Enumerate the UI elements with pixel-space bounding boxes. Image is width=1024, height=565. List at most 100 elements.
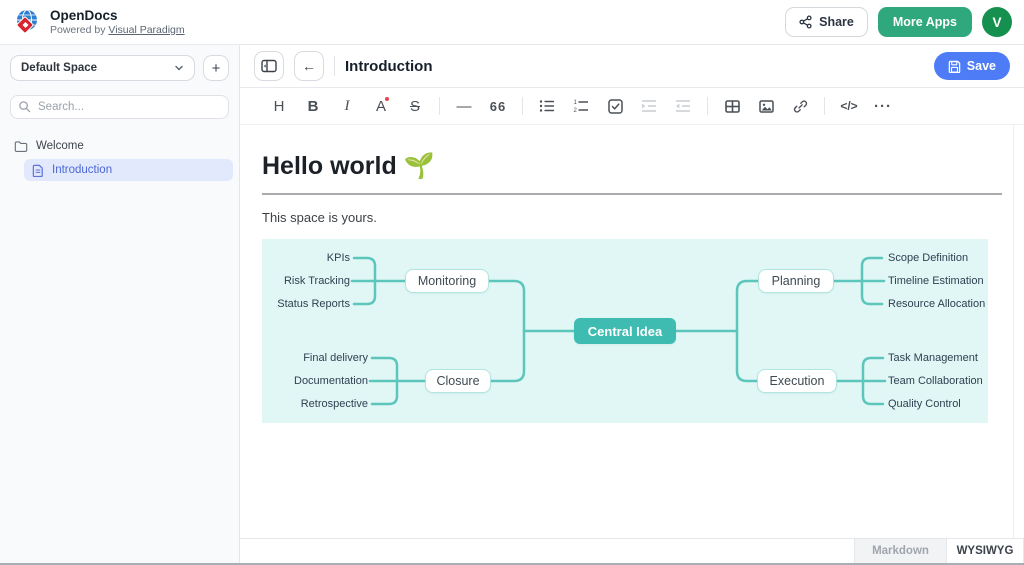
mindmap-leaf[interactable]: Status Reports: [262, 297, 350, 311]
bullet-list-icon: [539, 99, 555, 113]
code-block-button[interactable]: </>: [832, 93, 866, 119]
share-label: Share: [819, 15, 854, 29]
heading-text: Hello world: [262, 152, 397, 180]
toolbar-divider: [707, 97, 708, 115]
save-label: Save: [967, 59, 996, 73]
toolbar-divider: [824, 97, 825, 115]
chevron-down-icon: [174, 63, 184, 73]
header-actions: Share More Apps V: [785, 7, 1012, 37]
tree-item-introduction[interactable]: Introduction: [24, 159, 233, 181]
toggle-sidebar-button[interactable]: [254, 51, 284, 81]
outdent-button[interactable]: [666, 93, 700, 119]
blockquote-button[interactable]: 66: [481, 93, 515, 119]
tree-page-label: Introduction: [52, 164, 112, 176]
share-icon: [799, 15, 812, 29]
toolbar-divider: [439, 97, 440, 115]
app-header: OpenDocs Powered by Visual Paradigm Shar…: [0, 0, 1024, 45]
formatting-toolbar: H B I A S — 66: [240, 88, 1024, 125]
svg-text:1: 1: [574, 100, 578, 106]
page-tree: Welcome Introduction: [10, 135, 229, 181]
main-panel: ← Introduction Save H B I A: [240, 45, 1024, 563]
search-input[interactable]: [10, 95, 229, 119]
sidebar: Default Space + W: [0, 45, 240, 563]
indent-icon: [641, 99, 657, 113]
mindmap-leaf[interactable]: Team Collaboration: [888, 374, 983, 388]
editor-content[interactable]: Hello world 🌱 This space is yours.: [240, 125, 1024, 538]
image-icon: [759, 100, 774, 113]
image-button[interactable]: [749, 93, 783, 119]
mindmap-node-planning[interactable]: Planning: [758, 269, 834, 293]
mindmap-leaf[interactable]: Task Management: [888, 351, 978, 365]
brand-block: OpenDocs Powered by Visual Paradigm: [50, 8, 185, 36]
tab-wysiwyg[interactable]: WYSIWYG: [946, 539, 1024, 563]
folder-icon: [14, 140, 28, 153]
body-row: Default Space + W: [0, 45, 1024, 563]
visual-paradigm-link[interactable]: Visual Paradigm: [108, 24, 184, 36]
tab-markdown[interactable]: Markdown: [854, 539, 946, 563]
mindmap-leaf[interactable]: Quality Control: [888, 397, 961, 411]
space-row: Default Space +: [10, 55, 229, 81]
add-space-button[interactable]: +: [203, 55, 229, 81]
seedling-emoji-icon: 🌱: [404, 152, 435, 180]
editor-scroll-gutter: [1013, 125, 1014, 538]
mindmap-leaf[interactable]: Retrospective: [262, 397, 368, 411]
outdent-icon: [675, 99, 691, 113]
mindmap-leaf[interactable]: Risk Tracking: [262, 274, 350, 288]
panel-toggle-icon: [261, 59, 277, 73]
toolbar-divider: [522, 97, 523, 115]
task-list-icon: [608, 99, 623, 114]
horizontal-rule-button[interactable]: —: [447, 93, 481, 119]
bold-button[interactable]: B: [296, 93, 330, 119]
bullet-list-button[interactable]: [530, 93, 564, 119]
page-title: Introduction: [345, 58, 432, 75]
heading-button[interactable]: H: [262, 93, 296, 119]
mindmap-leaf[interactable]: Scope Definition: [888, 251, 968, 265]
mindmap-leaf[interactable]: Documentation: [262, 374, 368, 388]
mindmap-leaf[interactable]: KPIs: [262, 251, 350, 265]
document-heading: Hello world 🌱: [262, 152, 1002, 181]
document-paragraph: This space is yours.: [262, 210, 1002, 225]
app-window: OpenDocs Powered by Visual Paradigm Shar…: [0, 0, 1024, 565]
save-icon: [948, 60, 961, 73]
mindmap-leaf[interactable]: Resource Allocation: [888, 297, 985, 311]
link-icon: [793, 99, 808, 114]
back-arrow-icon: ←: [302, 58, 316, 74]
table-icon: [725, 100, 740, 113]
mindmap-leaf[interactable]: Final delivery: [262, 351, 368, 365]
back-button[interactable]: ←: [294, 51, 324, 81]
ordered-list-icon: 1 2: [573, 99, 589, 113]
heading-divider: [262, 193, 1002, 195]
mindmap-node-monitoring[interactable]: Monitoring: [405, 269, 489, 293]
more-apps-button[interactable]: More Apps: [878, 7, 972, 37]
mindmap-diagram[interactable]: Central Idea Monitoring Closure Planning…: [262, 239, 988, 423]
mindmap-node-execution[interactable]: Execution: [757, 369, 837, 393]
powered-prefix: Powered by: [50, 24, 105, 36]
table-button[interactable]: [715, 93, 749, 119]
task-list-button[interactable]: [598, 93, 632, 119]
mindmap-leaf[interactable]: Timeline Estimation: [888, 274, 984, 288]
strikethrough-button[interactable]: S: [398, 93, 432, 119]
save-button[interactable]: Save: [934, 52, 1010, 80]
mindmap-node-closure[interactable]: Closure: [425, 369, 491, 393]
app-name: OpenDocs: [50, 8, 185, 24]
more-tools-button[interactable]: ···: [866, 93, 900, 119]
font-color-dot-icon: [385, 97, 389, 101]
search-box: [10, 95, 229, 119]
ordered-list-button[interactable]: 1 2: [564, 93, 598, 119]
powered-by: Powered by Visual Paradigm: [50, 24, 185, 36]
indent-button[interactable]: [632, 93, 666, 119]
statusbar: Markdown WYSIWYG: [240, 538, 1024, 563]
document-icon: [32, 164, 44, 177]
link-button[interactable]: [783, 93, 817, 119]
topbar-divider: [334, 56, 335, 76]
avatar[interactable]: V: [982, 7, 1012, 37]
space-name: Default Space: [21, 62, 97, 74]
space-selector[interactable]: Default Space: [10, 55, 195, 81]
search-icon: [18, 100, 31, 113]
mindmap-node-central[interactable]: Central Idea: [574, 318, 676, 344]
document-topbar: ← Introduction Save: [240, 45, 1024, 88]
tree-item-welcome[interactable]: Welcome: [10, 135, 229, 157]
font-color-button[interactable]: A: [364, 93, 398, 119]
share-button[interactable]: Share: [785, 7, 868, 37]
italic-button[interactable]: I: [330, 93, 364, 119]
